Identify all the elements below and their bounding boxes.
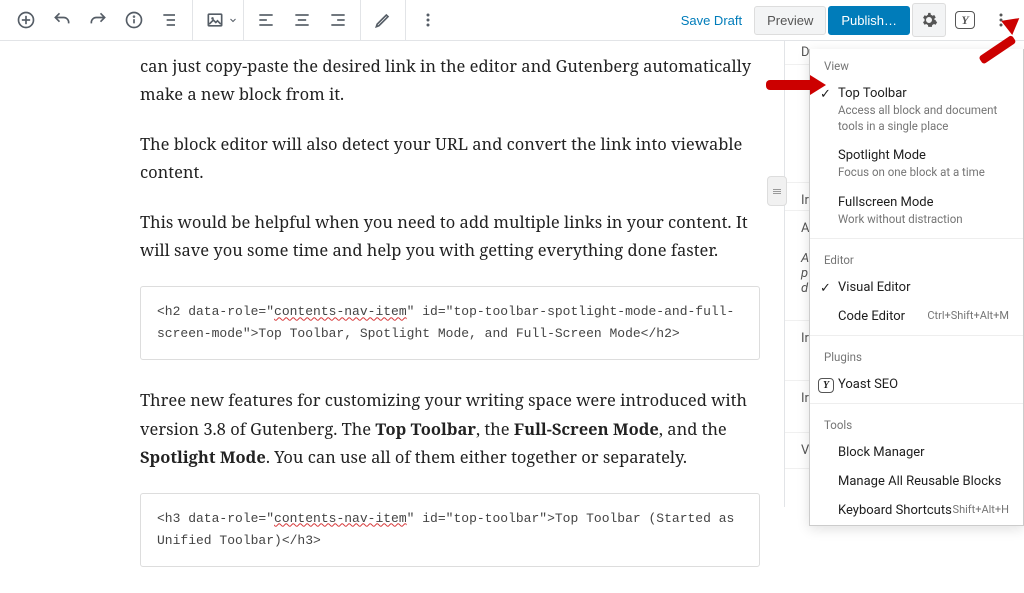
menu-section-editor: Editor xyxy=(810,243,1023,273)
more-options-menu: View ✓ Top Toolbar Access all block and … xyxy=(809,49,1024,526)
align-left-button[interactable] xyxy=(248,2,284,38)
menu-section-tools: Tools xyxy=(810,408,1023,438)
gear-icon xyxy=(920,11,938,29)
menu-item-reusable-blocks[interactable]: Manage All Reusable Blocks xyxy=(810,467,1023,496)
undo-button[interactable] xyxy=(44,2,80,38)
settings-button[interactable] xyxy=(912,3,946,37)
menu-item-block-manager[interactable]: Block Manager xyxy=(810,438,1023,467)
more-menu-button[interactable] xyxy=(984,3,1018,37)
align-center-button[interactable] xyxy=(284,2,320,38)
top-toolbar: Save Draft Preview Publish… Y xyxy=(0,0,1024,41)
paragraph-block[interactable]: The block editor will also detect your U… xyxy=(140,130,760,186)
info-button[interactable] xyxy=(116,2,152,38)
menu-section-plugins: Plugins xyxy=(810,340,1023,370)
menu-item-yoast[interactable]: Y Yoast SEO xyxy=(810,370,1023,399)
menu-item-visual-editor[interactable]: ✓ Visual Editor xyxy=(810,273,1023,302)
add-block-button[interactable] xyxy=(8,2,44,38)
align-right-button[interactable] xyxy=(320,2,356,38)
paragraph-block[interactable]: This would be helpful when you need to a… xyxy=(140,208,760,264)
yoast-icon: Y xyxy=(955,11,975,29)
redo-button[interactable] xyxy=(80,2,116,38)
pencil-icon xyxy=(373,10,393,30)
scroll-handle[interactable] xyxy=(767,176,787,206)
image-icon xyxy=(205,10,225,30)
html-block[interactable]: <h3 data-role="contents-nav-item" id="to… xyxy=(140,493,760,567)
preview-button[interactable]: Preview xyxy=(754,6,826,35)
shortcut-label: Shift+Alt+H xyxy=(953,503,1009,516)
editor-content[interactable]: can just copy-paste the desired link in … xyxy=(140,52,760,593)
publish-button[interactable]: Publish… xyxy=(828,6,910,35)
toolbar-left xyxy=(4,0,450,40)
check-icon: ✓ xyxy=(820,281,831,296)
block-more-button[interactable] xyxy=(410,2,446,38)
save-draft-button[interactable]: Save Draft xyxy=(671,5,752,36)
yoast-button[interactable]: Y xyxy=(948,3,982,37)
menu-section-view: View xyxy=(810,49,1023,79)
toolbar-right: Save Draft Preview Publish… Y xyxy=(671,3,1018,37)
menu-item-code-editor[interactable]: Ctrl+Shift+Alt+M Code Editor xyxy=(810,302,1023,331)
edit-button[interactable] xyxy=(365,2,401,38)
check-icon: ✓ xyxy=(820,87,831,102)
paragraph-block[interactable]: Three new features for customizing your … xyxy=(140,386,760,470)
shortcut-label: Ctrl+Shift+Alt+M xyxy=(927,309,1009,322)
html-block[interactable]: <h2 data-role="contents-nav-item" id="to… xyxy=(140,286,760,360)
menu-item-keyboard-shortcuts[interactable]: Shift+Alt+H Keyboard Shortcuts xyxy=(810,496,1023,525)
dots-vertical-icon xyxy=(991,10,1011,30)
yoast-icon: Y xyxy=(818,377,834,393)
dots-vertical-icon xyxy=(418,10,438,30)
menu-item-spotlight[interactable]: Spotlight Mode Focus on one block at a t… xyxy=(810,141,1023,188)
block-type-dropdown[interactable] xyxy=(197,2,239,38)
outline-button[interactable] xyxy=(152,2,188,38)
paragraph-block[interactable]: can just copy-paste the desired link in … xyxy=(140,52,760,108)
chevron-down-icon xyxy=(227,10,239,30)
menu-item-fullscreen[interactable]: Fullscreen Mode Work without distraction xyxy=(810,188,1023,235)
menu-item-top-toolbar[interactable]: ✓ Top Toolbar Access all block and docum… xyxy=(810,79,1023,141)
